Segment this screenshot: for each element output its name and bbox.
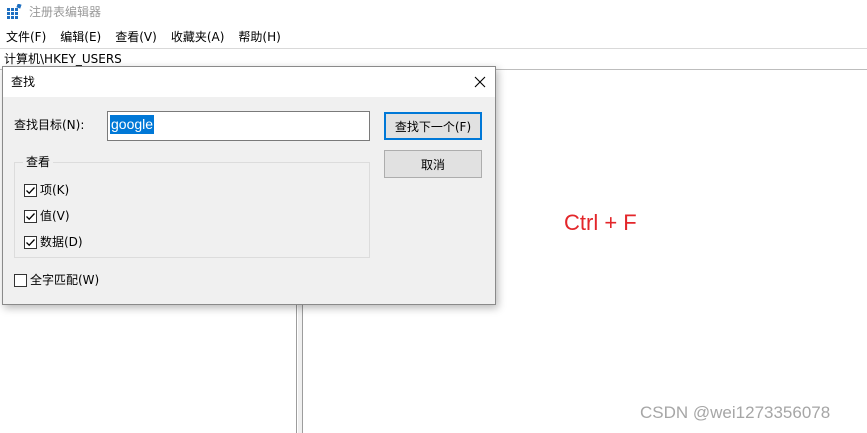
check-icon: [26, 186, 35, 194]
menu-favorites[interactable]: 收藏夹(A): [164, 27, 232, 47]
checkbox-values[interactable]: [24, 209, 37, 223]
option-values[interactable]: 值(V): [24, 208, 70, 224]
find-dialog-titlebar: 查找: [3, 67, 495, 97]
option-data[interactable]: 数据(D): [24, 234, 83, 250]
option-values-label: 值(V): [40, 209, 70, 223]
window-title: 注册表编辑器: [29, 5, 102, 19]
menu-edit[interactable]: 编辑(E): [53, 27, 108, 47]
find-dialog: 查找 查找目标(N): google 查找下一个(F) 取消 查看 项(K) 值…: [2, 66, 496, 305]
find-next-button[interactable]: 查找下一个(F): [384, 112, 482, 140]
cancel-button[interactable]: 取消: [384, 150, 482, 178]
find-what-value: google: [110, 115, 155, 134]
menu-bar: 文件(F) 编辑(E) 查看(V) 收藏夹(A) 帮助(H): [0, 27, 288, 47]
checkbox-match-whole-string[interactable]: [14, 273, 27, 287]
window-titlebar: 注册表编辑器: [0, 0, 867, 24]
registry-editor-icon: [6, 3, 22, 20]
menu-view[interactable]: 查看(V): [108, 27, 164, 47]
option-match-whole-string-label: 全字匹配(W): [30, 273, 100, 287]
find-dialog-title: 查找: [11, 75, 36, 89]
menu-file[interactable]: 文件(F): [0, 27, 53, 47]
shortcut-annotation: Ctrl + F: [564, 210, 637, 235]
find-what-label: 查找目标(N):: [14, 118, 85, 132]
checkbox-keys[interactable]: [24, 183, 37, 197]
option-data-label: 数据(D): [40, 235, 83, 249]
check-icon: [26, 212, 35, 220]
look-at-group-label: 查看: [23, 154, 54, 170]
option-keys-label: 项(K): [40, 183, 70, 197]
option-keys[interactable]: 项(K): [24, 182, 69, 198]
checkbox-data[interactable]: [24, 235, 37, 249]
check-icon: [26, 238, 35, 246]
option-match-whole-string[interactable]: 全字匹配(W): [14, 272, 99, 288]
close-icon[interactable]: [467, 69, 493, 95]
csdn-watermark: CSDN @wei1273356078: [640, 403, 831, 422]
menu-help[interactable]: 帮助(H): [231, 27, 287, 47]
